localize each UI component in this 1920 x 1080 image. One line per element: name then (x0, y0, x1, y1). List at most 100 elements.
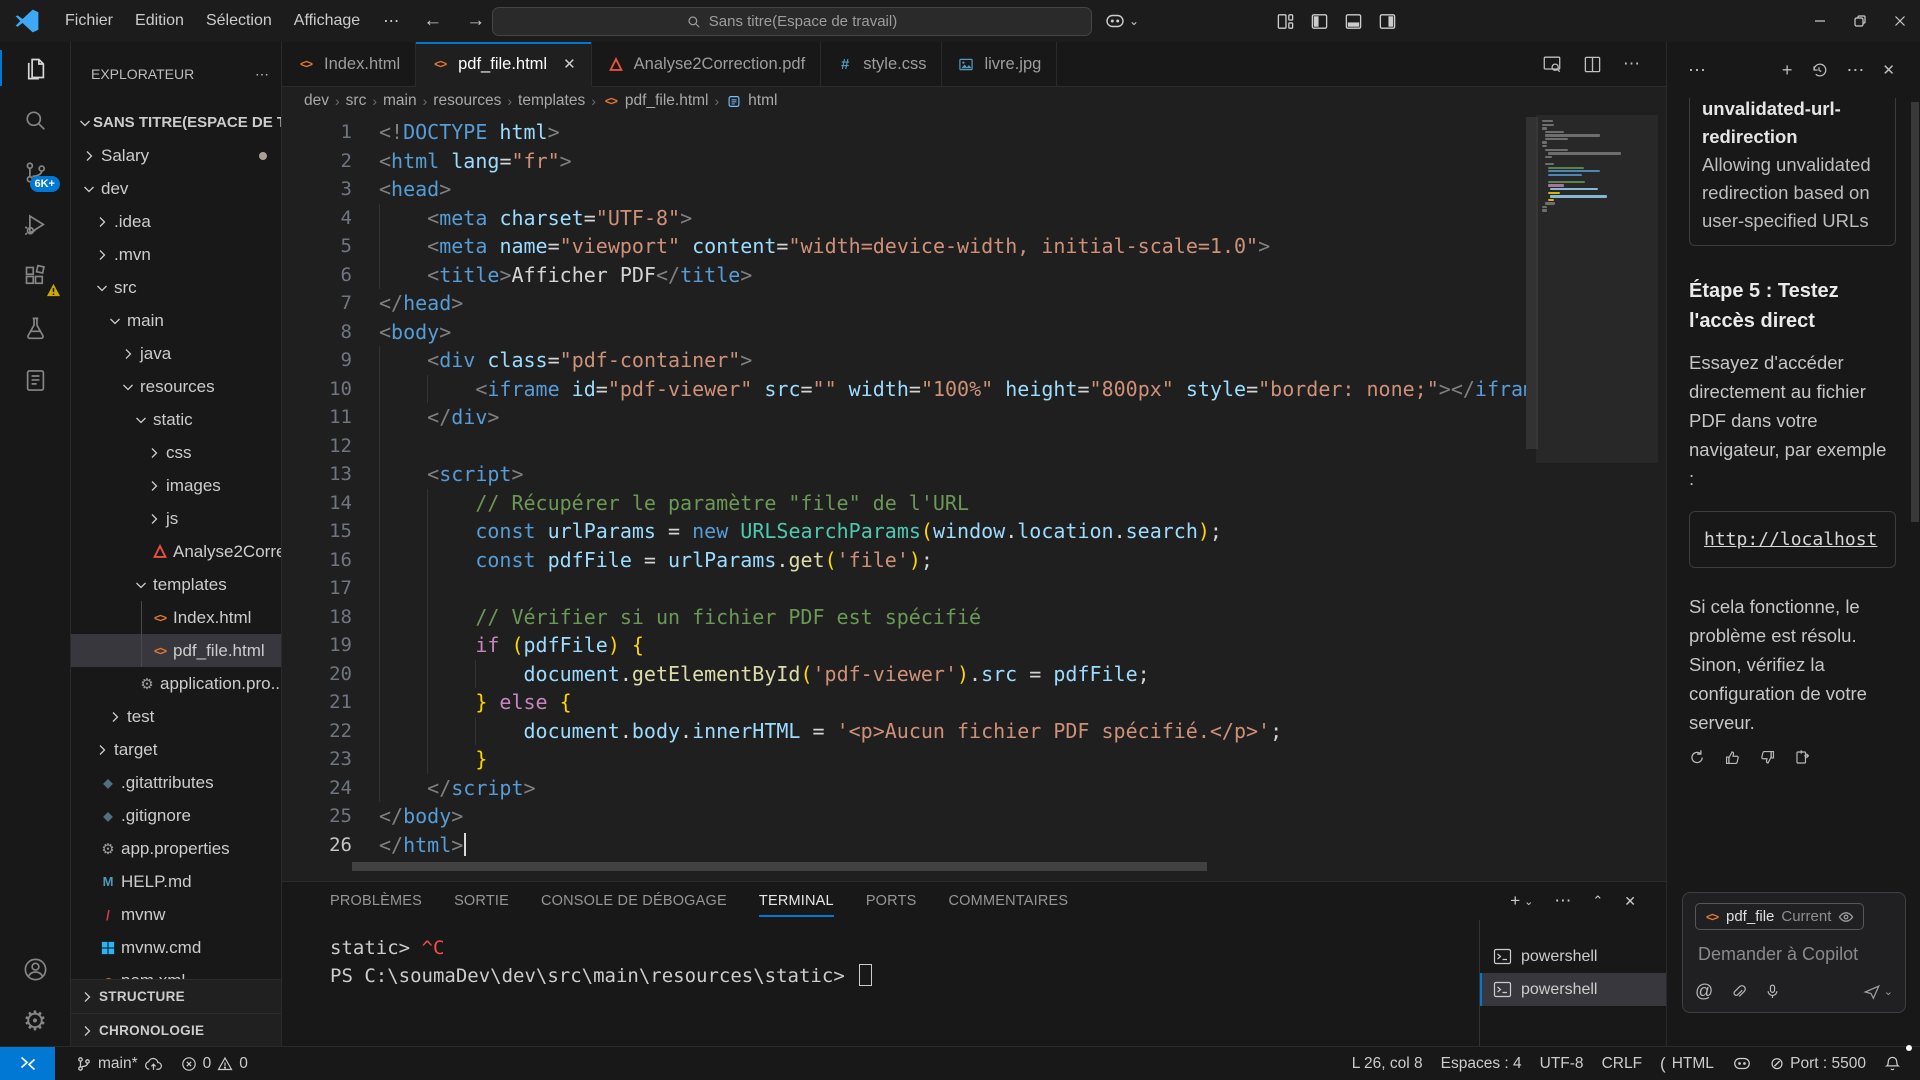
code-line-8[interactable]: 8<body> (282, 318, 1526, 347)
tree-item-gitignore[interactable]: ◆.gitignore (71, 799, 281, 832)
close-tab-button[interactable]: ✕ (563, 55, 576, 73)
code-line-15[interactable]: 15 const urlParams = new URLSearchParams… (282, 517, 1526, 546)
activity-testing[interactable] (0, 302, 70, 354)
chat-more-button[interactable]: ⋯ (1846, 60, 1864, 81)
eol-sequence[interactable]: CRLF (1593, 1047, 1651, 1080)
chat-input-box[interactable]: <> pdf_file Current Demander à Copilot @ (1682, 892, 1906, 1013)
minimize-button[interactable] (1800, 0, 1840, 42)
panel-tab-sortie[interactable]: SORTIE (454, 893, 509, 909)
insert-into-file-icon[interactable] (1794, 749, 1811, 766)
crumb-main[interactable]: main (383, 92, 417, 110)
tree-item-index-html[interactable]: <>Index.html (71, 601, 281, 634)
thumbs-down-icon[interactable] (1759, 749, 1776, 766)
crumb-dev[interactable]: dev (304, 92, 329, 110)
tree-item-test[interactable]: test (71, 700, 281, 733)
code-line-19[interactable]: 19 if (pdfFile) { (282, 631, 1526, 660)
tab-index-html[interactable]: <>Index.html (282, 42, 416, 86)
activity-account[interactable] (0, 943, 70, 995)
branch-indicator[interactable]: main* (67, 1047, 172, 1080)
send-button[interactable]: ⌄ (1863, 983, 1893, 1001)
tree-item-mvnw[interactable]: /mvnw (71, 898, 281, 931)
tree-item-salary[interactable]: Salary (71, 139, 281, 172)
menu-edition[interactable]: Edition (124, 12, 195, 30)
toggle-secondary-sidebar-icon[interactable] (1378, 12, 1397, 31)
new-terminal-button[interactable]: + ⌄ (1510, 891, 1533, 911)
code-line-21[interactable]: 21 } else { (282, 688, 1526, 717)
code-line-1[interactable]: 1<!DOCTYPE html> (282, 118, 1526, 147)
panel-tab-commentaires[interactable]: COMMENTAIRES (949, 893, 1069, 909)
tree-item-static[interactable]: static (71, 403, 281, 436)
menu-overflow-button[interactable]: ⋯ (371, 11, 411, 31)
tree-item-java[interactable]: java (71, 337, 281, 370)
toggle-panel-icon[interactable] (1344, 12, 1363, 31)
code-line-18[interactable]: 18 // Vérifier si un fichier PDF est spé… (282, 603, 1526, 632)
panel-tab-ports[interactable]: PORTS (866, 893, 917, 909)
tab-style-css[interactable]: #style.css (821, 42, 942, 86)
tree-item-gitattributes[interactable]: ◆.gitattributes (71, 766, 281, 799)
indentation[interactable]: Espaces : 4 (1432, 1047, 1531, 1080)
close-panel-button[interactable]: ✕ (1624, 893, 1636, 910)
minimap[interactable] (1542, 120, 1652, 213)
tree-item-pdf-file-html[interactable]: <>pdf_file.html (71, 634, 281, 667)
code-line-13[interactable]: 13 <script> (282, 460, 1526, 489)
tree-item-help-md[interactable]: MHELP.md (71, 865, 281, 898)
code-line-2[interactable]: 2<html lang="fr"> (282, 147, 1526, 176)
code-line-20[interactable]: 20 document.getElementById('pdf-viewer')… (282, 660, 1526, 689)
code-line-17[interactable]: 17 (282, 574, 1526, 603)
customize-layout-icon[interactable] (1276, 12, 1295, 31)
code-line-5[interactable]: 5 <meta name="viewport" content="width=d… (282, 232, 1526, 261)
chat-messages[interactable]: unvalidated-url-redirection Allowing unv… (1667, 98, 1920, 884)
language-mode[interactable]: ( HTML (1651, 1047, 1723, 1080)
panel-tab-console-de-d-bogage[interactable]: CONSOLE DE DÉBOGAGE (541, 893, 727, 909)
code-line-16[interactable]: 16 const pdfFile = urlParams.get('file')… (282, 546, 1526, 575)
tree-item-mvnw-cmd[interactable]: mvnw.cmd (71, 931, 281, 964)
attach-icon[interactable] (1730, 983, 1747, 1000)
activity-source-control[interactable]: 6K+ (0, 146, 70, 198)
code-line-24[interactable]: 24 </script> (282, 774, 1526, 803)
crumb-pdf-file-html[interactable]: <>pdf_file.html (602, 92, 709, 110)
tab-livre-jpg[interactable]: livre.jpg (942, 42, 1057, 86)
activity-run-debug[interactable] (0, 198, 70, 250)
panel-tab-terminal[interactable]: TERMINAL (759, 893, 834, 909)
tree-item-dev[interactable]: dev (71, 172, 281, 205)
terminal-instance-2[interactable]: powershell (1480, 973, 1666, 1006)
toggle-sidebar-icon[interactable] (1310, 12, 1329, 31)
chat-overflow-button[interactable]: ⋯ (1688, 60, 1706, 81)
menu-affichage[interactable]: Affichage (283, 12, 371, 30)
code-line-23[interactable]: 23 } (282, 745, 1526, 774)
close-chat-button[interactable]: ✕ (1882, 61, 1895, 79)
nav-forward-button[interactable]: → (454, 10, 497, 32)
code-editor[interactable]: 1<!DOCTYPE html>2<html lang="fr">3<head>… (282, 115, 1666, 881)
code-line-25[interactable]: 25</body> (282, 802, 1526, 831)
problems-indicator[interactable]: 0 0 (172, 1047, 257, 1080)
vertical-scrollbar[interactable] (1526, 117, 1538, 449)
command-center-search[interactable]: Sans titre(Espace de travail) (492, 7, 1092, 36)
menu-s-lection[interactable]: Sélection (195, 12, 283, 30)
crumb-resources[interactable]: resources (433, 92, 501, 110)
code-line-6[interactable]: 6 <title>Afficher PDF</title> (282, 261, 1526, 290)
code-line-4[interactable]: 4 <meta charset="UTF-8"> (282, 204, 1526, 233)
terminal-output[interactable]: static> ^CPS C:\soumaDev\dev\src\main\re… (282, 920, 1479, 1047)
encoding[interactable]: UTF-8 (1531, 1047, 1593, 1080)
chat-scrollbar[interactable] (1911, 102, 1919, 522)
tab-pdf-file-html[interactable]: <>pdf_file.html✕ (416, 42, 592, 86)
thumbs-up-icon[interactable] (1724, 749, 1741, 766)
tree-item-src[interactable]: src (71, 271, 281, 304)
tree-item-js[interactable]: js (71, 502, 281, 535)
menu-fichier[interactable]: Fichier (54, 12, 124, 30)
tree-item-images[interactable]: images (71, 469, 281, 502)
tree-item-templates[interactable]: templates (71, 568, 281, 601)
new-chat-button[interactable]: + (1782, 60, 1793, 81)
activity-notebook[interactable] (0, 354, 70, 406)
code-line-9[interactable]: 9 <div class="pdf-container"> (282, 346, 1526, 375)
section-structure[interactable]: STRUCTURE (71, 979, 281, 1013)
open-preview-icon[interactable] (1542, 54, 1562, 74)
chat-input-placeholder[interactable]: Demander à Copilot (1698, 944, 1893, 965)
live-server-port[interactable]: ⊘ Port : 5500 (1761, 1047, 1875, 1080)
code-line-10[interactable]: 10 <iframe id="pdf-viewer" src="" width=… (282, 375, 1526, 404)
tree-item-analyse2corre[interactable]: Analyse2Corre... (71, 535, 281, 568)
copilot-status[interactable] (1723, 1047, 1761, 1080)
code-line-26[interactable]: 26</html> (282, 831, 1526, 858)
code-line-3[interactable]: 3<head> (282, 175, 1526, 204)
chat-code-link[interactable]: http://localhost (1704, 529, 1877, 550)
